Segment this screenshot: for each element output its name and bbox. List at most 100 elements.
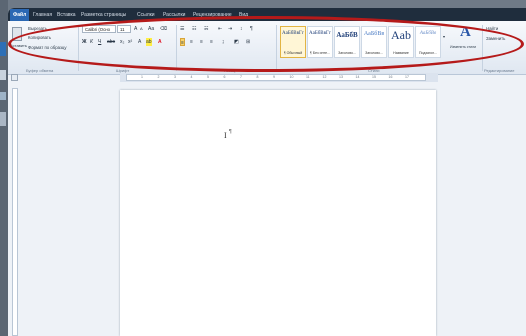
tab-references[interactable]: Ссылки: [134, 9, 158, 21]
align-center-button[interactable]: ≡: [190, 38, 193, 46]
style-title[interactable]: Aab Название: [388, 26, 414, 58]
paste-button[interactable]: Вставить: [10, 43, 27, 48]
ribbon-tab-bar: Файл Главная Вставка Разметка страницы С…: [8, 8, 526, 21]
bullets-button[interactable]: ☰: [180, 25, 184, 33]
group-divider: [78, 25, 79, 71]
style-sample: AaБбВвГг: [309, 31, 331, 36]
tab-view[interactable]: Вид: [236, 9, 251, 21]
find-button[interactable]: Найти: [486, 26, 498, 31]
style-sample: AaБбВв: [419, 31, 437, 36]
sort-button[interactable]: ↕: [240, 25, 243, 33]
decrease-indent-button[interactable]: ⇤: [218, 25, 222, 33]
clear-formatting-icon[interactable]: ⌫: [160, 25, 167, 33]
desktop-edge: [0, 0, 8, 336]
tab-selector[interactable]: [11, 74, 18, 81]
style-normal[interactable]: AaБбВвГг ¶ Обычный: [280, 26, 306, 58]
format-painter-button[interactable]: Формат по образцу: [28, 45, 67, 50]
change-styles-icon[interactable]: A: [460, 24, 471, 41]
style-subtitle[interactable]: AaБбВв Подзагол...: [415, 26, 441, 58]
style-name: Подзагол...: [418, 51, 437, 55]
style-name: Название: [393, 51, 409, 55]
line-spacing-button[interactable]: ↨: [222, 38, 225, 46]
desktop-icon[interactable]: [0, 112, 6, 126]
shrink-font-button[interactable]: A: [140, 25, 143, 33]
ruler-number: 11: [306, 75, 310, 79]
strikethrough-button[interactable]: abc: [107, 38, 115, 46]
style-sample: AaБбВв: [363, 31, 385, 37]
grow-font-button[interactable]: A: [134, 25, 137, 33]
group-divider: [176, 25, 177, 71]
borders-button[interactable]: ⊞: [246, 38, 250, 46]
ruler-number: 2: [157, 75, 160, 79]
group-divider: [276, 25, 277, 71]
ruler-number: 14: [355, 75, 360, 79]
desktop-icon[interactable]: [0, 70, 6, 80]
font-name-field[interactable]: Calibri (Осно: [82, 25, 116, 33]
paste-icon[interactable]: [12, 27, 22, 41]
style-name: Заголово...: [338, 51, 356, 55]
numbering-button[interactable]: ☷: [192, 25, 196, 33]
cut-button[interactable]: Вырезать: [28, 26, 47, 31]
tab-home[interactable]: Главная: [30, 9, 55, 21]
ruler-number: 9: [273, 75, 275, 79]
ruler-number: 5: [207, 75, 209, 79]
tab-page-layout[interactable]: Разметка страницы: [78, 9, 129, 21]
justify-button[interactable]: ≡: [210, 38, 213, 46]
desktop-icon[interactable]: [0, 42, 6, 56]
text-cursor-icon: I: [224, 131, 227, 140]
show-marks-button[interactable]: ¶: [250, 25, 253, 33]
align-left-button[interactable]: ≡: [180, 38, 185, 46]
style-sample: Aab: [391, 28, 411, 42]
text-effects-button[interactable]: A: [138, 38, 141, 46]
ruler-number: 8: [256, 75, 259, 79]
tab-mailings[interactable]: Рассылки: [160, 9, 188, 21]
ruler-number: 7: [240, 75, 242, 79]
ruler-number: 6: [223, 75, 226, 79]
increase-indent-button[interactable]: ⇥: [228, 25, 232, 33]
shading-button[interactable]: ◩: [234, 38, 239, 46]
tab-file[interactable]: Файл: [10, 9, 30, 21]
clipboard-group-label: Буфер обмена: [26, 68, 54, 73]
change-styles-button[interactable]: Изменить стили: [450, 45, 476, 49]
underline-button[interactable]: Ч: [98, 38, 101, 46]
font-size-field[interactable]: 11: [117, 25, 131, 33]
font-color-button[interactable]: A: [158, 38, 162, 46]
style-name: Заголово...: [365, 51, 383, 55]
italic-button[interactable]: К: [90, 38, 93, 46]
word-window: Файл Главная Вставка Разметка страницы С…: [8, 8, 526, 336]
align-right-button[interactable]: ≡: [200, 38, 203, 46]
style-name: ¶ Без инте...: [310, 51, 330, 55]
replace-button[interactable]: Заменить: [486, 36, 505, 41]
multilevel-list-button[interactable]: ☵: [204, 25, 208, 33]
paragraph-mark: ¶: [229, 129, 232, 135]
ruler-number: 4: [190, 75, 193, 79]
change-case-button[interactable]: Aa: [148, 25, 154, 33]
editing-group-label: Редактирование: [484, 68, 515, 73]
vertical-ruler[interactable]: [12, 88, 18, 336]
horizontal-ruler[interactable]: 1 2 3 4 5 6 7 8 9 10 11 12 13 14 15 16 17: [126, 74, 426, 81]
style-heading-2[interactable]: AaБбВв Заголово...: [361, 26, 387, 58]
styles-more-icon[interactable]: ▾: [443, 33, 445, 41]
ruler-number: 10: [289, 75, 294, 79]
subscript-button[interactable]: x₂: [120, 38, 124, 46]
copy-button[interactable]: Копировать: [28, 35, 51, 40]
superscript-button[interactable]: x²: [128, 38, 132, 46]
highlight-button[interactable]: ab: [146, 38, 152, 46]
ruler-number: 17: [405, 75, 409, 79]
ruler-number: 12: [322, 75, 327, 79]
group-divider: [482, 25, 483, 71]
bold-button[interactable]: Ж: [82, 38, 87, 46]
document-page[interactable]: [120, 90, 436, 336]
ruler-number: 3: [174, 75, 176, 79]
tab-insert[interactable]: Вставка: [54, 9, 79, 21]
tab-review[interactable]: Рецензирование: [190, 9, 235, 21]
style-no-spacing[interactable]: AaБбВвГг ¶ Без инте...: [307, 26, 333, 58]
style-heading-1[interactable]: AaБбВ Заголово...: [334, 26, 360, 58]
ruler-number: 15: [372, 75, 376, 79]
ribbon-home: Вставить Вырезать Копировать Формат по о…: [8, 21, 526, 75]
style-name: ¶ Обычный: [283, 51, 303, 55]
style-sample: AaБбВвГг: [282, 31, 304, 36]
ruler-number: 1: [141, 75, 143, 79]
style-sample: AaБбВ: [336, 31, 358, 39]
desktop-icon[interactable]: [0, 92, 6, 100]
